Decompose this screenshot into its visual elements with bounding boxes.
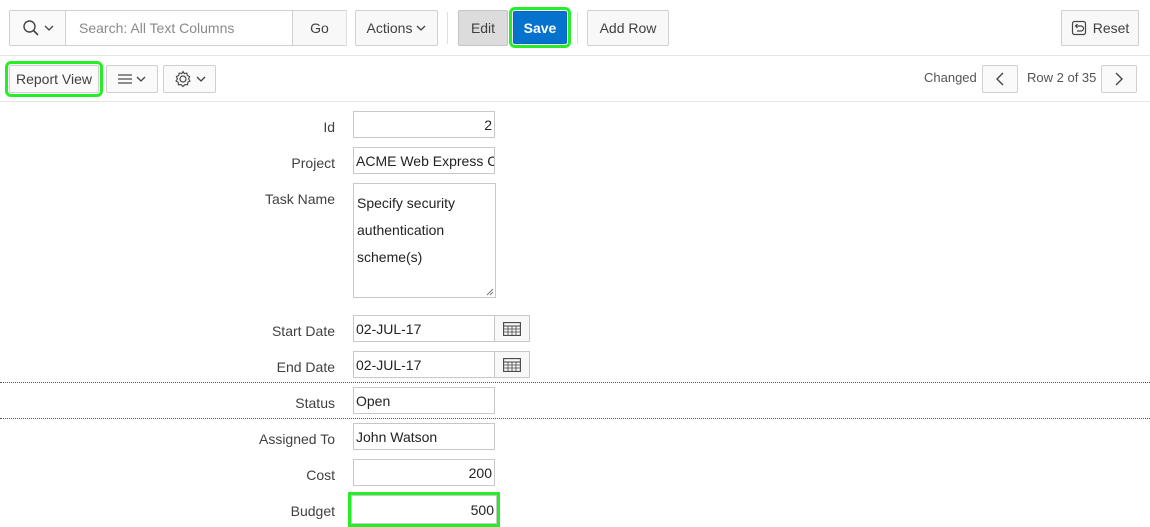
- report-view-button[interactable]: Report View: [5, 61, 103, 97]
- assigned-to-field[interactable]: John Watson: [353, 423, 495, 450]
- cost-field[interactable]: 200: [353, 459, 495, 486]
- reset-icon: [1071, 20, 1086, 36]
- gear-icon: [174, 70, 191, 88]
- end-date-field[interactable]: 02-JUL-17: [353, 351, 495, 378]
- list-icon: [118, 74, 132, 84]
- start-date-field[interactable]: 02-JUL-17: [353, 315, 495, 342]
- row-actions-menu-button[interactable]: [106, 65, 158, 93]
- search-group: Go: [9, 10, 347, 46]
- budget-field[interactable]: 500: [351, 495, 497, 524]
- end-date-label: End Date: [276, 359, 335, 375]
- task-name-label: Task Name: [264, 191, 335, 207]
- id-label: Id: [323, 119, 335, 135]
- previous-row-button[interactable]: [982, 65, 1018, 93]
- id-field[interactable]: 2: [353, 111, 495, 138]
- calendar-icon: [503, 322, 521, 336]
- single-row-toolbar: Report View Changed Row 2 of 35: [0, 56, 1150, 102]
- chevron-down-icon: [416, 25, 426, 31]
- budget-label: Budget: [290, 503, 335, 519]
- status-label: Status: [295, 395, 335, 411]
- chevron-left-icon: [996, 72, 1004, 86]
- project-label: Project: [291, 155, 335, 171]
- grid-toolbar: Go Actions Edit Save Add Row Reset: [0, 0, 1150, 56]
- actions-menu-button[interactable]: Actions: [355, 10, 438, 46]
- add-row-button[interactable]: Add Row: [587, 10, 669, 46]
- status-row-divider: [0, 418, 1150, 419]
- save-button[interactable]: Save: [509, 7, 571, 48]
- task-name-line: Specify security: [357, 195, 456, 211]
- chevron-down-icon: [44, 25, 53, 31]
- status-row-divider: [0, 382, 1150, 383]
- reset-label: Reset: [1092, 20, 1130, 36]
- next-row-button[interactable]: [1101, 65, 1137, 93]
- resize-handle-icon[interactable]: [486, 288, 494, 296]
- go-button[interactable]: Go: [292, 11, 346, 45]
- cost-label: Cost: [306, 467, 335, 483]
- search-icon: [22, 20, 39, 36]
- chevron-down-icon: [196, 76, 205, 82]
- project-field[interactable]: ACME Web Express Configuration: [353, 147, 495, 174]
- actions-label: Actions: [366, 20, 413, 36]
- search-input[interactable]: [67, 11, 292, 45]
- changed-indicator: Changed: [924, 70, 977, 85]
- single-row-form: Id 2 Project ACME Web Express Configurat…: [0, 103, 1150, 527]
- settings-menu-button[interactable]: [163, 65, 216, 93]
- calendar-icon: [503, 358, 521, 372]
- search-column-menu-button[interactable]: [10, 11, 66, 45]
- status-field[interactable]: Open: [353, 387, 495, 414]
- end-date-picker-button[interactable]: [495, 351, 530, 378]
- start-date-picker-button[interactable]: [495, 315, 530, 342]
- chevron-right-icon: [1115, 72, 1123, 86]
- edit-button[interactable]: Edit: [458, 10, 508, 46]
- task-name-textarea[interactable]: Specify security authentication scheme(s…: [353, 183, 496, 298]
- chevron-down-icon: [136, 76, 146, 82]
- toolbar-separator: [447, 12, 448, 44]
- assigned-to-label: Assigned To: [258, 431, 335, 447]
- task-name-line: authentication: [357, 222, 445, 238]
- task-name-line: scheme(s): [357, 249, 423, 265]
- toolbar-separator: [346, 12, 347, 44]
- toolbar-separator: [577, 12, 578, 44]
- start-date-label: Start Date: [271, 323, 335, 339]
- row-position-text: Row 2 of 35: [1027, 70, 1097, 85]
- reset-button[interactable]: Reset: [1061, 10, 1139, 46]
